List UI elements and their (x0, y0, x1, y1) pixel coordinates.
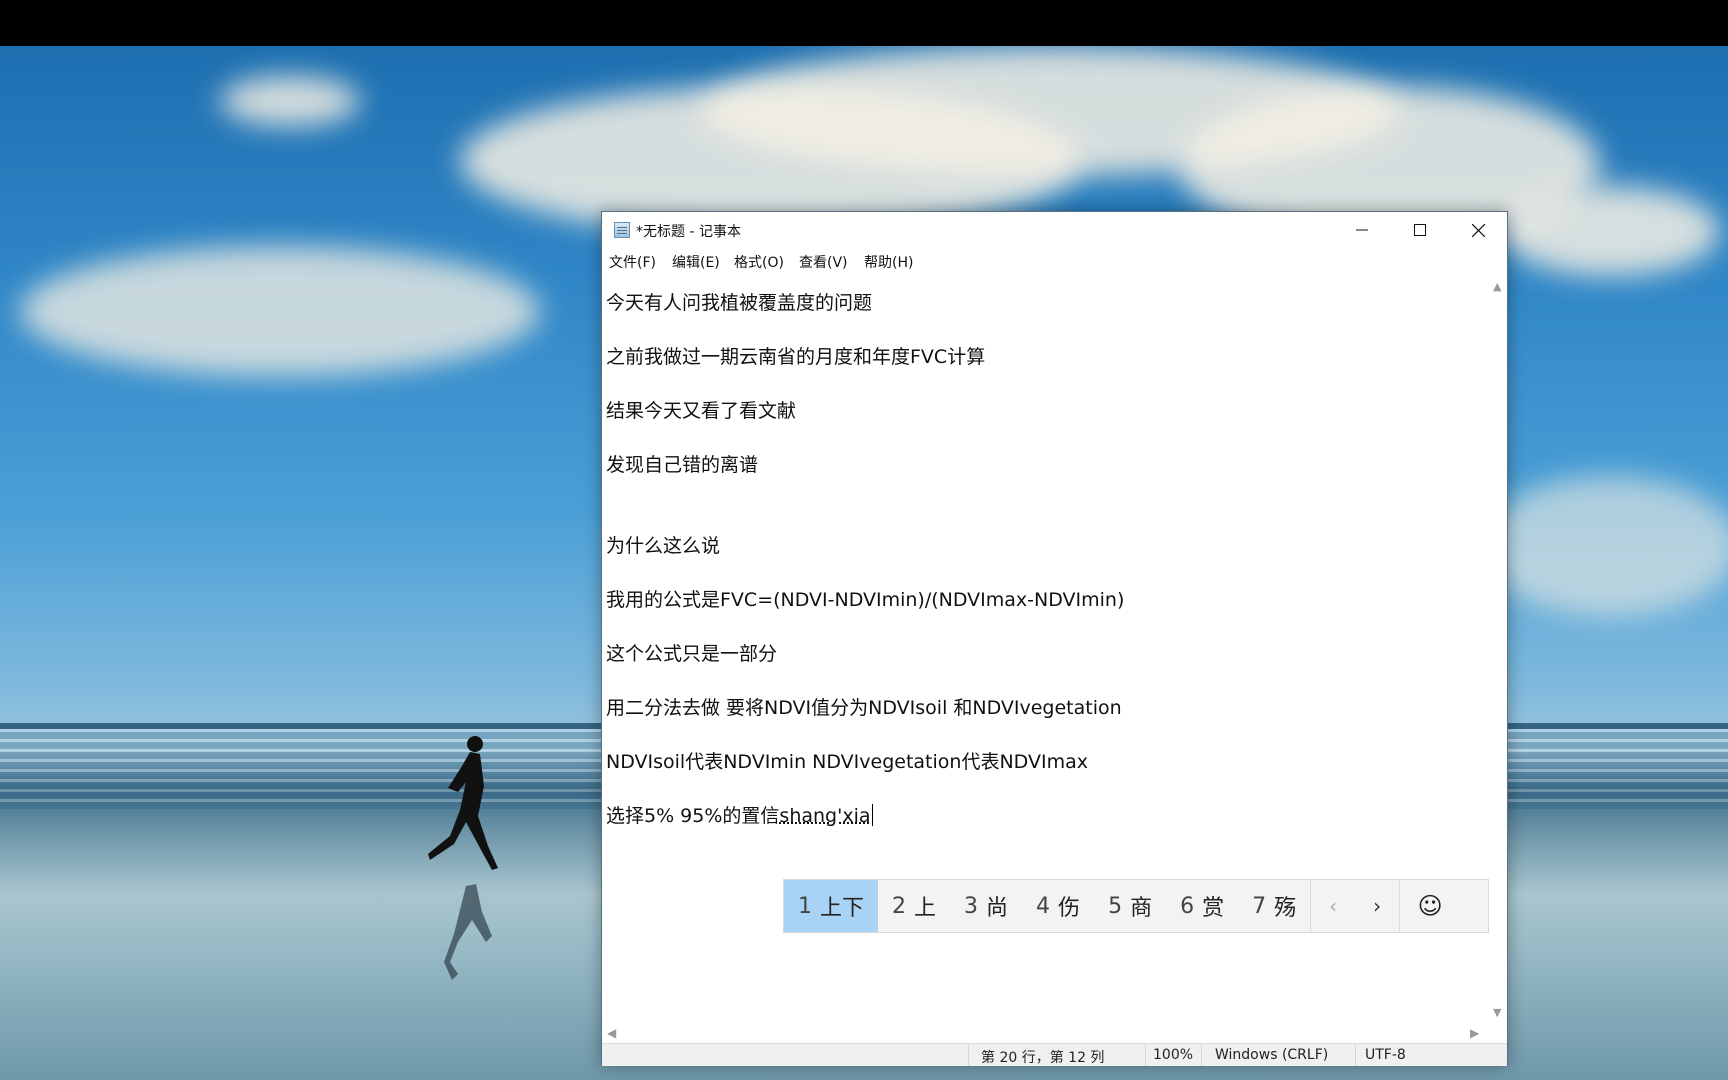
text-line: 这个公式只是一部分 (606, 643, 778, 665)
text-line: 今天有人问我植被覆盖度的问题 (606, 292, 873, 314)
title-bar[interactable]: *无标题 - 记事本 (602, 212, 1507, 248)
text-line: 之前我做过一期云南省的月度和年度FVC计算 (606, 346, 986, 368)
text-line: 为什么这么说 (606, 535, 721, 557)
line-ending: Windows (CRLF) (1215, 1047, 1329, 1063)
text-line: NDVIsoil代表NDVImin NDVIvegetation代表NDVIma… (606, 751, 1088, 773)
cursor-position: 第 20 行，第 12 列 (981, 1050, 1105, 1066)
candidate-number: 2 (892, 893, 907, 919)
menu-format[interactable]: 格式(O) (734, 252, 784, 272)
committed-text: 选择5% 95%的置信 (606, 805, 780, 827)
candidate-text: 殇 (1274, 896, 1297, 921)
menu-edit[interactable]: 编辑(E) (672, 252, 720, 272)
status-divider (968, 1044, 969, 1066)
chevron-left-icon: ‹ (1329, 894, 1338, 918)
candidate-number: 1 (798, 893, 812, 919)
status-divider (1145, 1044, 1146, 1066)
candidate-number: 6 (1180, 893, 1195, 919)
menu-file[interactable]: 文件(F) (609, 252, 656, 272)
text-line: 我用的公式是FVC=(NDVI-NDVImin)/(NDVImax-NDVImi… (606, 589, 1125, 611)
candidate-number: 5 (1108, 893, 1123, 919)
ime-candidate-1[interactable]: 1 上下 (784, 880, 879, 932)
maximize-icon (1414, 224, 1426, 236)
runner-silhouette (428, 736, 498, 980)
ime-candidate-4[interactable]: 4伤 (1022, 880, 1094, 932)
scroll-left-icon[interactable]: ◀ (607, 1026, 616, 1040)
status-bar: 第 20 行，第 12 列 100% Windows (CRLF) UTF-8 (602, 1043, 1507, 1066)
zoom-level: 100% (1153, 1047, 1194, 1063)
maximize-button[interactable] (1391, 212, 1449, 248)
candidate-text: 赏 (1202, 896, 1225, 921)
ime-candidate-bar: 1 上下 2上 3尚 4伤 5商 6赏 7殇 ‹ › ☺ (783, 879, 1489, 933)
text-line: 用二分法去做 要将NDVI值分为NDVIsoil 和NDVIvegetation (606, 697, 1122, 719)
candidate-number: 4 (1036, 893, 1051, 919)
candidate-text: 上下 (820, 896, 865, 921)
candidate-text: 伤 (1058, 896, 1081, 921)
screen-top-bar (0, 0, 1728, 46)
smiley-icon: ☺ (1417, 892, 1443, 920)
ime-candidate-5[interactable]: 5商 (1094, 880, 1166, 932)
encoding: UTF-8 (1365, 1047, 1406, 1063)
menu-bar: 文件(F) 编辑(E) 格式(O) 查看(V) 帮助(H) (602, 248, 1507, 274)
ime-candidate-2[interactable]: 2上 (878, 880, 950, 932)
ime-next-page-button[interactable]: › (1355, 880, 1399, 932)
ime-composition-text: shang'xia (779, 805, 871, 827)
menu-view[interactable]: 查看(V) (799, 252, 848, 272)
candidate-text: 商 (1130, 896, 1153, 921)
scroll-right-icon[interactable]: ▶ (1470, 1026, 1479, 1040)
ime-prev-page-button[interactable]: ‹ (1311, 880, 1355, 932)
vertical-scrollbar[interactable]: ▲ ▼ (1489, 274, 1507, 1025)
notepad-icon (614, 222, 630, 238)
candidate-text: 上 (914, 896, 937, 921)
ime-candidate-7[interactable]: 7殇 (1238, 880, 1310, 932)
ime-emoji-button[interactable]: ☺ (1400, 880, 1460, 932)
scroll-up-icon[interactable]: ▲ (1493, 280, 1501, 293)
status-divider (1355, 1044, 1356, 1066)
menu-help[interactable]: 帮助(H) (864, 252, 913, 272)
horizontal-scrollbar[interactable]: ◀ ▶ (602, 1025, 1489, 1043)
text-line: 发现自己错的离谱 (606, 454, 759, 476)
chevron-right-icon: › (1373, 894, 1382, 918)
close-icon (1471, 223, 1485, 237)
minimize-button[interactable] (1333, 212, 1391, 248)
window-title: *无标题 - 记事本 (636, 224, 741, 240)
candidate-text: 尚 (986, 896, 1009, 921)
candidate-number: 7 (1252, 893, 1267, 919)
scroll-down-icon[interactable]: ▼ (1493, 1006, 1501, 1019)
text-editor[interactable]: 今天有人问我植被覆盖度的问题 之前我做过一期云南省的月度和年度FVC计算 结果今… (602, 274, 1489, 1025)
ime-candidate-6[interactable]: 6赏 (1166, 880, 1238, 932)
status-divider (1201, 1044, 1202, 1066)
candidate-number: 3 (964, 893, 979, 919)
minimize-icon (1356, 229, 1368, 231)
ime-candidate-3[interactable]: 3尚 (950, 880, 1022, 932)
current-text-line: 选择5% 95%的置信shang'xia (606, 801, 873, 828)
close-button[interactable] (1449, 212, 1507, 248)
notepad-window[interactable]: *无标题 - 记事本 文件(F) 编辑(E) 格式(O) 查看(V) 帮助(H)… (601, 211, 1508, 1066)
text-line: 结果今天又看了看文献 (606, 400, 797, 422)
text-caret (871, 804, 873, 826)
